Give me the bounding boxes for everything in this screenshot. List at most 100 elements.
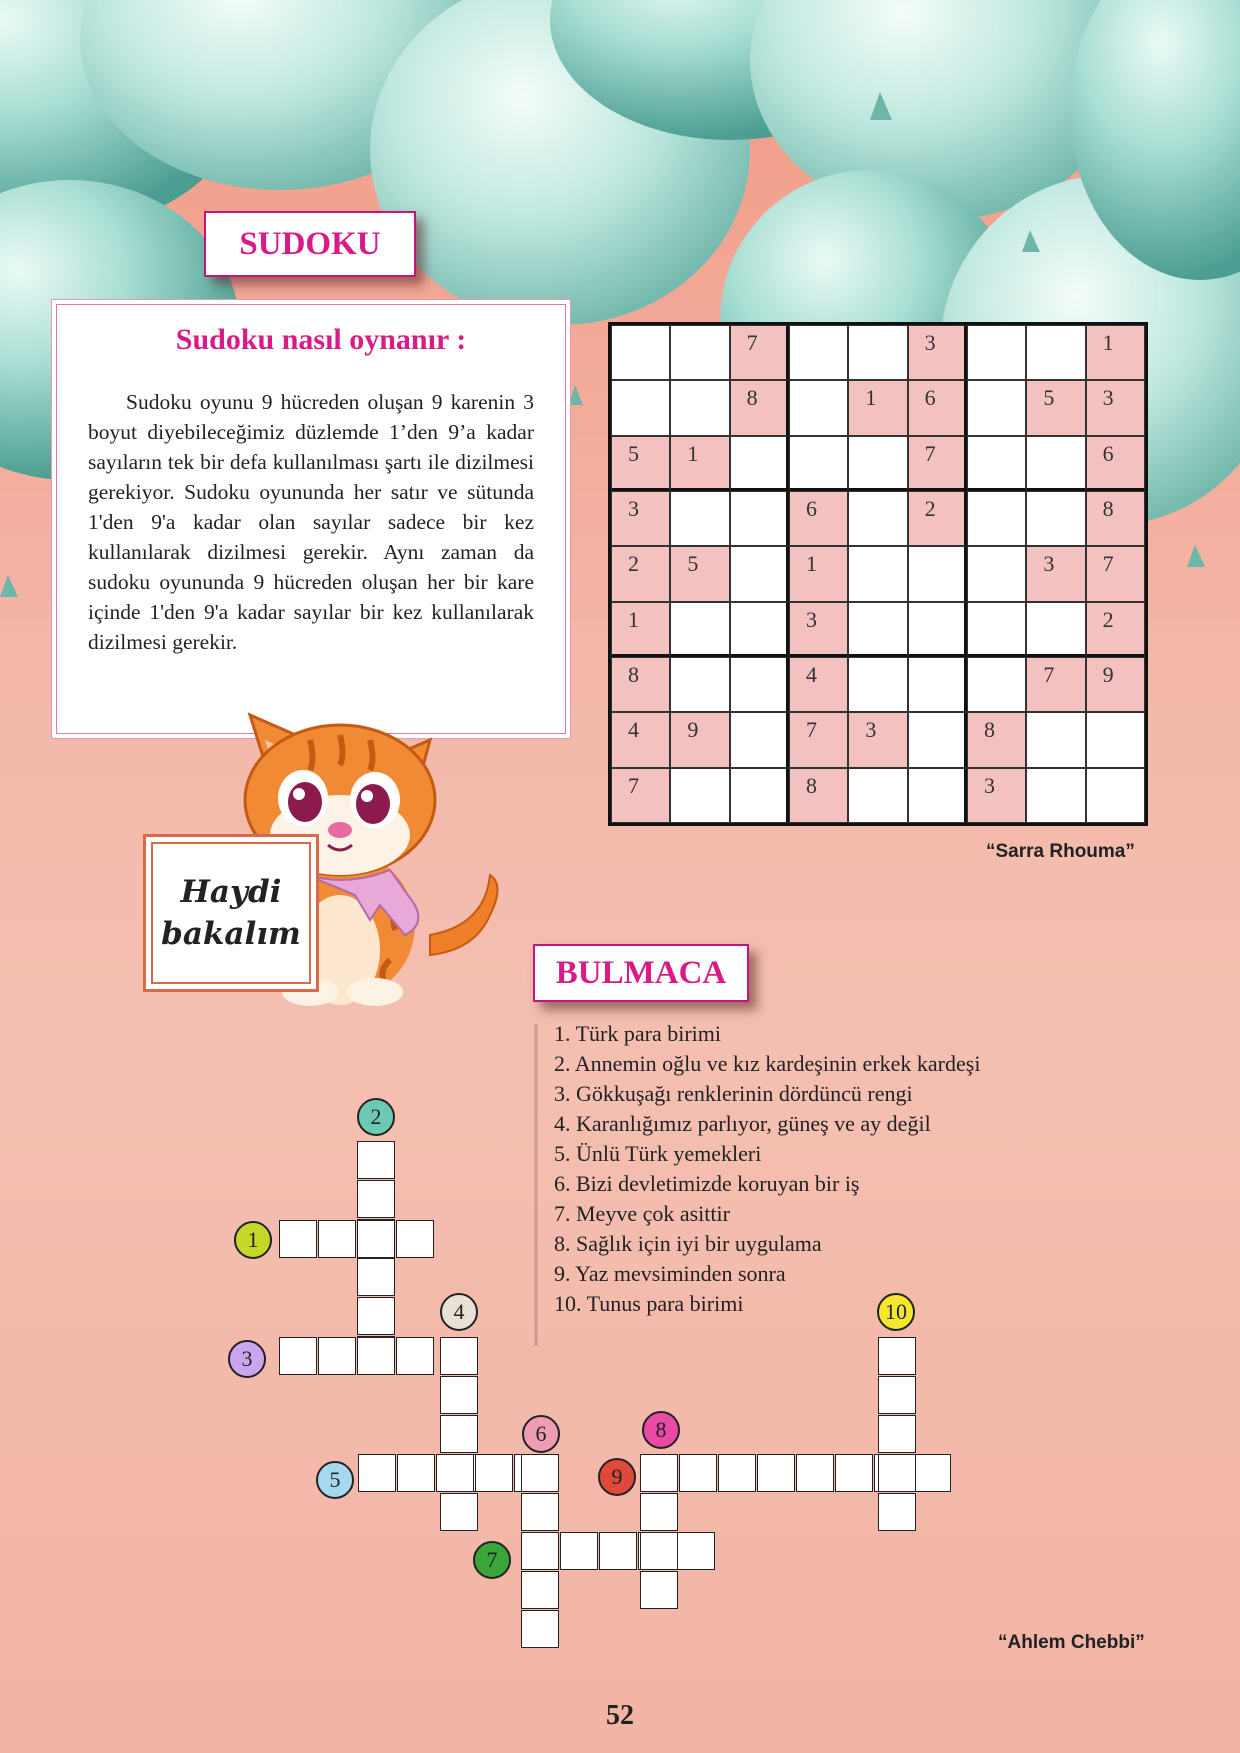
sudoku-cell-r2-c7[interactable] (966, 380, 1027, 436)
sudoku-cell-r4-c7[interactable] (966, 490, 1027, 547)
sudoku-cell-r2-c4[interactable] (788, 380, 849, 436)
crossword-cell[interactable] (279, 1220, 317, 1258)
sudoku-cell-r1-c7[interactable] (966, 325, 1027, 381)
crossword-cell[interactable] (878, 1415, 916, 1453)
crossword-cell[interactable] (396, 1337, 434, 1375)
clue-item: 10. Tunus para birimi (554, 1291, 744, 1316)
crossword-cell[interactable] (521, 1532, 559, 1570)
crossword-cell[interactable] (640, 1571, 678, 1609)
crossword-cell[interactable] (440, 1415, 478, 1453)
crossword-cell[interactable] (521, 1454, 559, 1492)
crossword-cell[interactable] (357, 1297, 395, 1335)
sudoku-cell-r8-c6[interactable] (907, 712, 967, 768)
sudoku-credit: “Sarra Rhouma” (986, 841, 1135, 862)
sudoku-cell-r9-c2[interactable] (670, 767, 730, 823)
crossword-cell[interactable] (440, 1337, 478, 1375)
crossword-cell[interactable] (475, 1454, 513, 1492)
sudoku-cell-r4-c9: 8 (1085, 490, 1145, 547)
sudoku-cell-r4-c8[interactable] (1026, 490, 1086, 547)
crossword-cell[interactable] (357, 1220, 395, 1258)
sudoku-cell-r7-c5[interactable] (848, 656, 908, 713)
sudoku-cell-r8-c9[interactable] (1085, 712, 1145, 768)
sudoku-cell-r9-c9[interactable] (1085, 767, 1145, 823)
sudoku-cell-r6-c8[interactable] (1026, 601, 1086, 657)
sudoku-cell-r6-c7[interactable] (966, 601, 1027, 657)
crossword-cell[interactable] (679, 1454, 717, 1492)
sudoku-cell-r2-c1[interactable] (611, 380, 671, 436)
sudoku-cell-r5-c5[interactable] (848, 546, 908, 602)
sudoku-cell-r9-c6[interactable] (907, 767, 967, 823)
crossword-cell[interactable] (599, 1532, 637, 1570)
sudoku-cell-r9-c3[interactable] (729, 767, 789, 823)
crossword-cell[interactable] (318, 1220, 356, 1258)
crossword-cell[interactable] (878, 1493, 916, 1531)
sudoku-cell-r2-c2[interactable] (670, 380, 730, 436)
sudoku-cell-r5-c7[interactable] (966, 546, 1027, 602)
crossword-cell[interactable] (397, 1454, 435, 1492)
sudoku-cell-r6-c5[interactable] (848, 601, 908, 657)
sudoku-cell-r2-c8: 5 (1026, 380, 1086, 436)
crossword-number-2: 2 (357, 1098, 395, 1136)
crossword-cell[interactable] (878, 1454, 916, 1492)
crossword-cell[interactable] (640, 1493, 678, 1531)
crossword-cell[interactable] (878, 1337, 916, 1375)
crossword-cell[interactable] (357, 1180, 395, 1218)
sudoku-cell-r9-c8[interactable] (1026, 767, 1086, 823)
sudoku-cell-r5-c6[interactable] (907, 546, 967, 602)
sudoku-cell-r4-c5[interactable] (848, 490, 908, 547)
crossword-cell[interactable] (913, 1454, 951, 1492)
sudoku-cell-r1-c8[interactable] (1026, 325, 1086, 381)
crossword-cell[interactable] (796, 1454, 834, 1492)
crossword-cell[interactable] (357, 1141, 395, 1179)
crossword-cell[interactable] (436, 1454, 474, 1492)
sudoku-cell-value: 7 (1043, 661, 1055, 687)
sudoku-cell-r6-c2[interactable] (670, 601, 730, 657)
crossword-cell[interactable] (878, 1376, 916, 1414)
crossword-cell[interactable] (357, 1258, 395, 1296)
crossword-cell[interactable] (521, 1493, 559, 1531)
sudoku-cell-r9-c5[interactable] (848, 767, 908, 823)
crossword-cell[interactable] (640, 1532, 678, 1570)
crossword-cell[interactable] (358, 1454, 396, 1492)
bulmaca-title: BULMACA (533, 944, 749, 1002)
crossword-cell[interactable] (440, 1376, 478, 1414)
sudoku-cell-r1-c4[interactable] (788, 325, 849, 381)
sudoku-cell-r6-c3[interactable] (729, 601, 789, 657)
crossword-cell[interactable] (357, 1337, 395, 1375)
sudoku-cell-r7-c2[interactable] (670, 656, 730, 713)
crossword-cell[interactable] (521, 1610, 559, 1648)
crossword-cell[interactable] (835, 1454, 873, 1492)
sign-line-2: bakalım (161, 916, 301, 952)
sudoku-cell-r3-c3[interactable] (729, 435, 789, 491)
crossword-cell[interactable] (677, 1532, 715, 1570)
crossword-cell[interactable] (560, 1532, 598, 1570)
sudoku-cell-r7-c7[interactable] (966, 656, 1027, 713)
sudoku-cell-r7-c3[interactable] (729, 656, 789, 713)
sudoku-cell-r1-c2[interactable] (670, 325, 730, 381)
crossword-number-1: 1 (234, 1221, 272, 1259)
sudoku-cell-r4-c3[interactable] (729, 490, 789, 547)
sudoku-cell-r8-c3[interactable] (729, 712, 789, 768)
crossword-cell[interactable] (718, 1454, 756, 1492)
crossword-cell[interactable] (757, 1454, 795, 1492)
sudoku-cell-value: 1 (687, 440, 699, 466)
crossword-cell[interactable] (521, 1571, 559, 1609)
sudoku-cell-r1-c1[interactable] (611, 325, 671, 381)
sudoku-cell-r8-c8[interactable] (1026, 712, 1086, 768)
sudoku-cell-r1-c5[interactable] (848, 325, 908, 381)
sudoku-cell-r3-c1: 5 (611, 435, 671, 491)
crossword-cell[interactable] (396, 1220, 434, 1258)
sudoku-cell-r3-c7[interactable] (966, 435, 1027, 491)
crossword-cell[interactable] (640, 1454, 678, 1492)
sudoku-cell-r5-c3[interactable] (729, 546, 789, 602)
sudoku-cell-r4-c2[interactable] (670, 490, 730, 547)
sudoku-cell-r3-c5[interactable] (848, 435, 908, 491)
crossword-cell[interactable] (279, 1337, 317, 1375)
crossword-cell[interactable] (318, 1337, 356, 1375)
sudoku-cell-r3-c4[interactable] (788, 435, 849, 491)
crossword-cell[interactable] (440, 1493, 478, 1531)
sudoku-cell-r3-c8[interactable] (1026, 435, 1086, 491)
sudoku-cell-r7-c6[interactable] (907, 656, 967, 713)
crossword-number-4: 4 (440, 1293, 478, 1331)
sudoku-cell-r6-c6[interactable] (907, 601, 967, 657)
